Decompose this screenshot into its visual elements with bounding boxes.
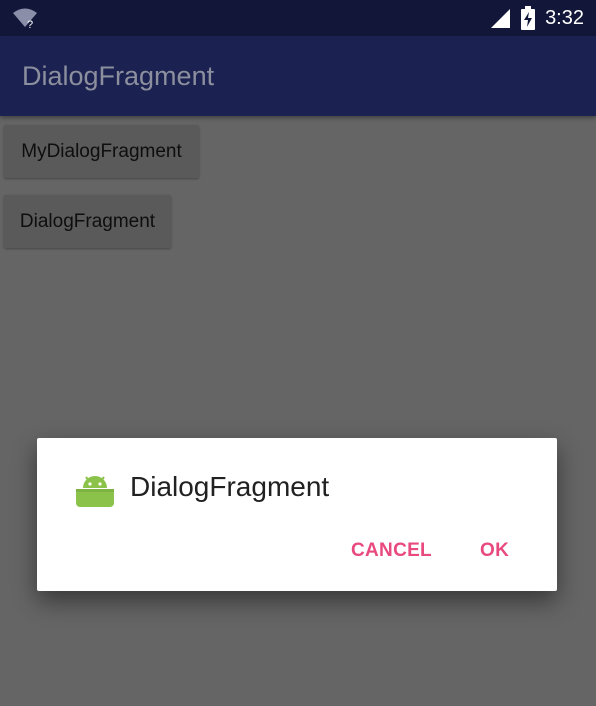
wifi-badge: ?: [27, 19, 33, 29]
my-dialog-fragment-button[interactable]: MyDialogFragment: [4, 125, 199, 178]
app-title: DialogFragment: [22, 61, 215, 91]
ok-button[interactable]: OK: [480, 540, 509, 562]
dialog: DialogFragment CANCEL OK: [37, 438, 557, 591]
status-time: 3:32: [545, 6, 584, 29]
battery-charging-icon: [521, 6, 536, 30]
status-bar: ? 3:32: [0, 0, 596, 36]
cancel-button[interactable]: CANCEL: [351, 540, 432, 562]
dialog-fragment-button[interactable]: DialogFragment: [4, 195, 171, 248]
wifi-unknown-icon: ?: [13, 8, 37, 29]
android-icon: [76, 476, 114, 507]
signal-icon: [491, 9, 511, 28]
app-bar: DialogFragment: [0, 36, 596, 116]
dialog-title: DialogFragment: [130, 471, 330, 502]
